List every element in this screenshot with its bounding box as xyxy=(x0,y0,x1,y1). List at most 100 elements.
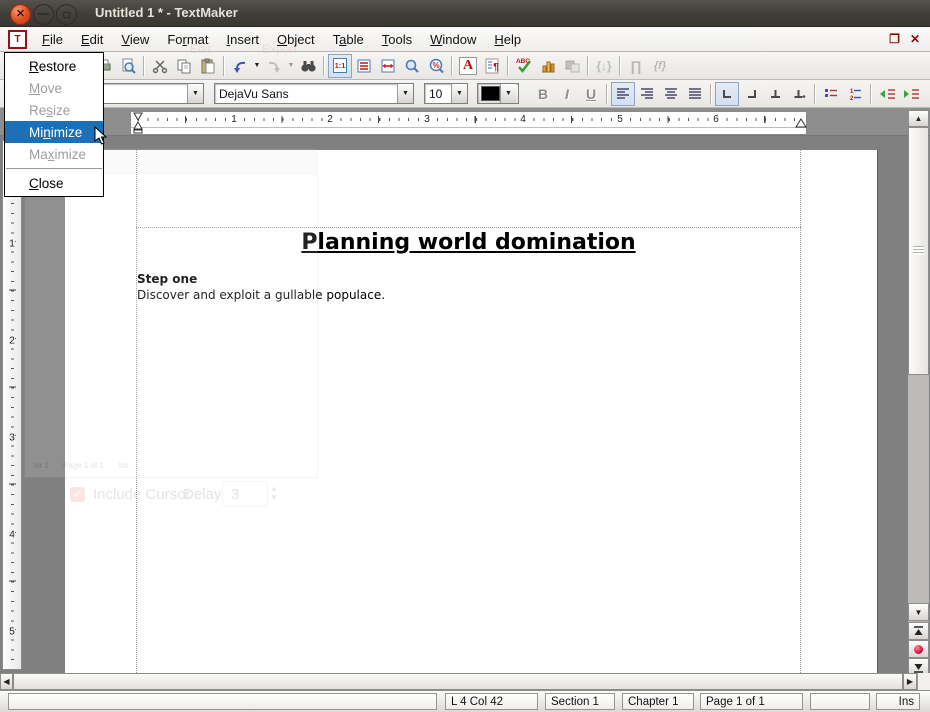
toolbar-separator xyxy=(323,56,325,76)
font-size-combo[interactable]: 10 ▼ xyxy=(424,83,468,104)
winmenu-resize[interactable]: Resize xyxy=(5,99,103,121)
align-right-button[interactable] xyxy=(635,82,659,106)
horizontal-ruler[interactable]: 1 2 3 4 5 6 xyxy=(130,111,807,135)
menu-edit[interactable]: Edit xyxy=(72,29,112,50)
winmenu-move[interactable]: Move xyxy=(5,77,103,99)
winmenu-close[interactable]: Close xyxy=(5,172,103,194)
italic-button[interactable]: I xyxy=(555,82,579,106)
underline-button[interactable]: U xyxy=(579,82,603,106)
vertical-scrollbar[interactable]: ▲ ▼ xyxy=(908,110,929,676)
scroll-left-button[interactable]: ◀ xyxy=(0,673,13,690)
center-tab-icon xyxy=(769,88,782,100)
undo-dropdown-arrow[interactable]: ▼ xyxy=(252,54,262,78)
text-frame-button[interactable]: ∏ xyxy=(624,54,648,78)
standard-toolbar: ▼ ▼ 1:1 % A ¶ ABC {↓} ∏ {f} xyxy=(0,52,930,80)
copy-button[interactable] xyxy=(172,54,196,78)
tab-right-button[interactable] xyxy=(739,82,763,106)
menu-help[interactable]: Help xyxy=(485,29,530,50)
tab-left-button[interactable] xyxy=(715,82,739,106)
mdi-close-icon[interactable]: ✕ xyxy=(910,32,920,46)
insert-chart-button[interactable] xyxy=(536,54,560,78)
chevron-down-icon[interactable]: ▼ xyxy=(397,84,413,103)
decrease-indent-button[interactable] xyxy=(875,82,899,106)
window-close-button[interactable]: ✕ xyxy=(10,4,31,25)
chevron-down-icon[interactable]: ▼ xyxy=(451,84,467,103)
scissors-icon xyxy=(152,58,168,74)
insert-object-button[interactable] xyxy=(560,54,584,78)
normal-view-button[interactable] xyxy=(352,54,376,78)
font-name-combo[interactable]: DejaVu Sans ▼ xyxy=(214,83,414,104)
paragraph-format-button[interactable]: ¶ xyxy=(480,54,504,78)
window-maximize-button[interactable]: ▢ xyxy=(56,4,77,25)
menu-file[interactable]: File xyxy=(33,29,72,50)
justify-button[interactable] xyxy=(683,82,707,106)
menu-insert[interactable]: Insert xyxy=(218,29,269,50)
horizontal-scrollbar[interactable]: ◀ ▶ xyxy=(0,673,917,690)
scroll-down-button[interactable]: ▼ xyxy=(908,603,929,621)
textmaker-app-icon[interactable]: T xyxy=(8,30,27,49)
toolbar-separator xyxy=(710,84,712,104)
print-preview-button[interactable] xyxy=(116,54,140,78)
winmenu-restore[interactable]: Restore xyxy=(5,55,103,77)
menu-object[interactable]: Object xyxy=(268,29,324,50)
status-chapter[interactable]: Chapter 1 xyxy=(622,693,694,710)
tab-center-button[interactable] xyxy=(763,82,787,106)
redo-dropdown-arrow[interactable]: ▼ xyxy=(286,54,296,78)
mdi-restore-icon[interactable]: ❐ xyxy=(889,32,900,46)
ruler-number: 2 xyxy=(9,335,15,348)
horizontal-scrollbar-thumb[interactable] xyxy=(13,673,903,690)
bullet-list-button[interactable] xyxy=(819,82,843,106)
right-indent-marker[interactable] xyxy=(795,118,807,128)
zoom-percent-button[interactable]: % xyxy=(424,54,448,78)
window-minimize-button[interactable]: — xyxy=(33,4,54,25)
vertical-ruler[interactable]: 1 2 3 4 5 xyxy=(2,140,22,670)
winmenu-minimize[interactable]: Minimize xyxy=(5,121,103,143)
menu-window[interactable]: Window xyxy=(421,29,485,50)
align-center-button[interactable] xyxy=(659,82,683,106)
fit-width-button[interactable] xyxy=(376,54,400,78)
numbered-list-button[interactable]: 12 xyxy=(843,82,867,106)
character-format-button[interactable]: A xyxy=(456,54,480,78)
status-page[interactable]: Page 1 of 1 xyxy=(700,693,803,710)
menu-table[interactable]: Table xyxy=(324,29,373,50)
align-left-button[interactable] xyxy=(611,82,635,106)
indent-marker[interactable] xyxy=(133,112,143,134)
winmenu-maximize[interactable]: Maximize xyxy=(5,143,103,165)
font-color-combo[interactable]: ▼ xyxy=(477,83,519,104)
zoom-100-button[interactable]: 1:1 xyxy=(328,54,352,78)
scroll-right-button[interactable]: ▶ xyxy=(903,673,917,690)
cut-button[interactable] xyxy=(148,54,172,78)
redo-button[interactable] xyxy=(262,54,286,78)
font-color-swatch xyxy=(481,86,500,101)
status-insert-mode[interactable]: Ins xyxy=(876,693,920,710)
menu-view[interactable]: View xyxy=(112,29,158,50)
tab-decimal-button[interactable] xyxy=(787,82,811,106)
spellcheck-button[interactable]: ABC xyxy=(512,54,536,78)
pi-icon: ∏ xyxy=(630,58,642,74)
page-up-icon xyxy=(914,626,923,637)
insert-function-button[interactable]: {f} xyxy=(648,54,672,78)
previous-page-button[interactable] xyxy=(908,622,929,640)
zoom-button[interactable] xyxy=(400,54,424,78)
paste-button[interactable] xyxy=(196,54,220,78)
status-message-cell xyxy=(8,693,437,710)
vertical-scrollbar-thumb[interactable] xyxy=(908,127,929,375)
chevron-down-icon[interactable]: ▼ xyxy=(500,84,516,103)
find-button[interactable] xyxy=(296,54,320,78)
decimal-tab-icon xyxy=(793,88,806,100)
menu-format[interactable]: Format xyxy=(158,29,217,50)
group-button[interactable]: {↓} xyxy=(592,54,616,78)
document-page[interactable]: Planning world domination Step one Disco… xyxy=(65,150,877,673)
chevron-down-icon[interactable]: ▼ xyxy=(187,84,203,103)
increase-indent-button[interactable] xyxy=(899,82,923,106)
bold-button[interactable]: B xyxy=(531,82,555,106)
status-cursor-position[interactable]: L 4 Col 42 xyxy=(445,693,538,710)
scroll-up-button[interactable]: ▲ xyxy=(908,110,929,127)
browse-object-button[interactable] xyxy=(908,640,929,658)
group-braces-icon: {↓} xyxy=(596,59,611,73)
status-section[interactable]: Section 1 xyxy=(545,693,615,710)
menu-tools[interactable]: Tools xyxy=(373,29,421,50)
ruler-divider xyxy=(131,127,806,128)
undo-button[interactable] xyxy=(228,54,252,78)
menu-separator xyxy=(6,168,102,169)
